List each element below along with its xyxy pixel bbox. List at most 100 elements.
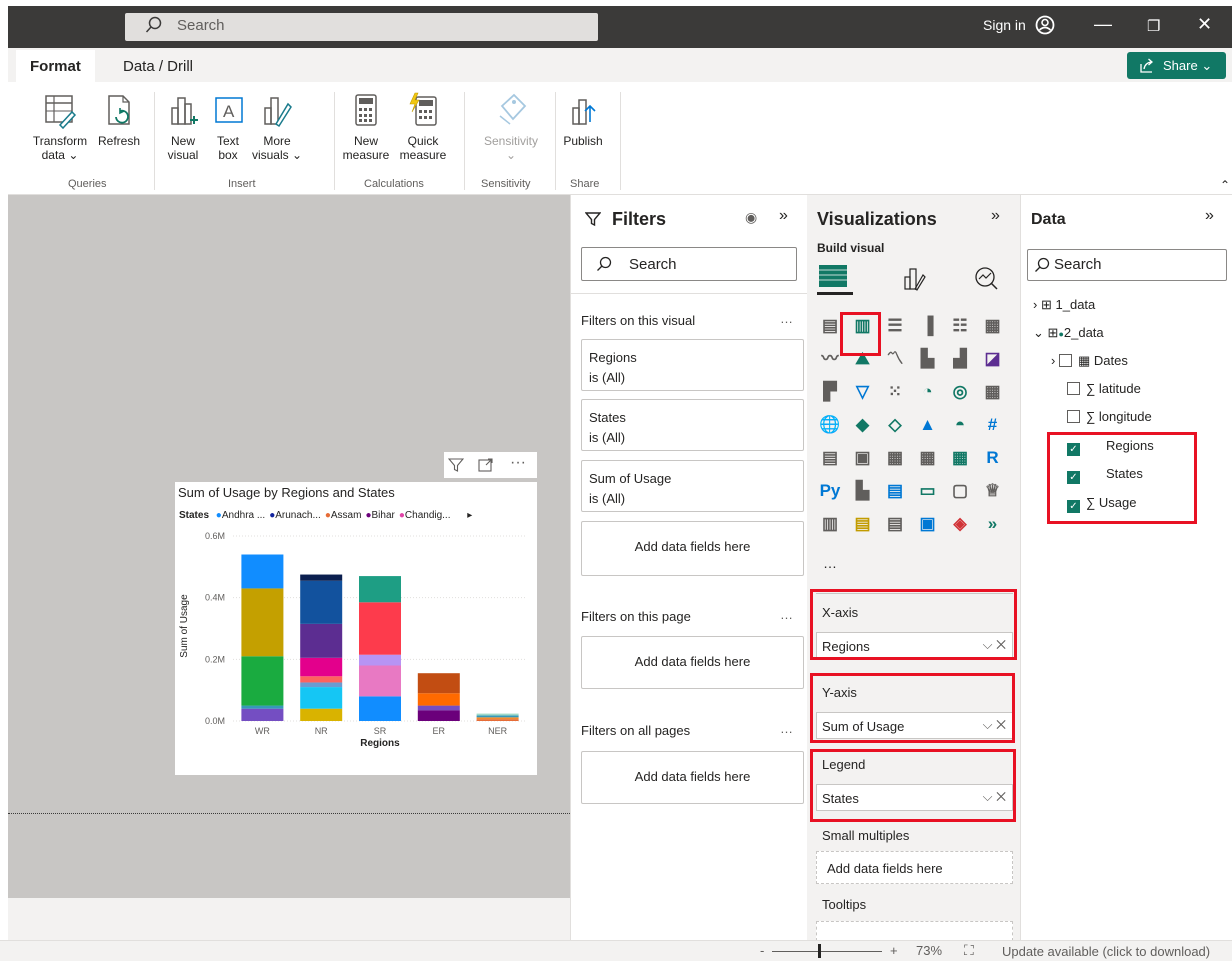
zoom-out-button[interactable]: - — [760, 943, 764, 958]
bar-segment[interactable] — [476, 719, 519, 721]
new-measure-button[interactable]: New measure — [342, 92, 390, 162]
eye-icon[interactable]: ◉ — [745, 209, 757, 226]
collapse-visualizations-icon[interactable]: » — [991, 207, 1000, 225]
bar-segment[interactable] — [300, 657, 343, 677]
field-menu-and-remove-icons[interactable]: ⌵ ✕ — [983, 789, 1006, 805]
stacked-column-chart-visual[interactable]: Sum of Usage by Regions and States State… — [174, 481, 538, 776]
table-2-data[interactable]: ⌄ ⊞●2_data — [1033, 325, 1104, 341]
fit-to-page-icon[interactable]: ⛶ — [964, 942, 974, 959]
checkbox-checked[interactable]: ✓ — [1067, 443, 1080, 456]
bar-segment[interactable] — [359, 576, 401, 603]
visual-type-icon[interactable]: ▣ — [848, 443, 878, 473]
global-search-input[interactable]: Search — [125, 13, 598, 41]
bar-segment[interactable] — [476, 713, 519, 716]
bar-segment[interactable] — [241, 705, 284, 709]
visual-type-icon[interactable]: ⁙ — [880, 377, 910, 407]
bar-segment[interactable] — [300, 676, 343, 683]
bar-segment[interactable] — [417, 693, 460, 706]
bar-segment[interactable] — [241, 656, 284, 706]
bar-segment[interactable] — [359, 602, 401, 655]
new-visual-button[interactable]: New visual — [161, 92, 205, 162]
bar-segment[interactable] — [300, 580, 343, 624]
tab-data-drill[interactable]: Data / Drill — [123, 58, 193, 75]
publish-button[interactable]: Publish — [559, 92, 607, 148]
visual-type-icon[interactable]: ▙ — [848, 476, 878, 506]
bar-segment[interactable] — [417, 710, 460, 721]
bar-segment[interactable] — [417, 705, 460, 711]
field-latitude[interactable]: ∑ latitude — [1067, 381, 1141, 396]
visual-type-icon[interactable]: ☰ — [880, 311, 910, 341]
minimize-icon[interactable]: — — [1094, 14, 1112, 35]
checkbox-checked[interactable]: ✓ — [1067, 500, 1080, 513]
x-axis-field[interactable]: Regions ⌵ ✕ — [816, 632, 1013, 659]
collapse-ribbon-icon[interactable]: ⌃ — [1220, 178, 1230, 192]
visual-type-icon[interactable]: ▭ — [913, 476, 943, 506]
legend-item[interactable]: ●Arunach... — [269, 510, 321, 521]
field-longitude[interactable]: ∑ longitude — [1067, 409, 1152, 424]
sensitivity-button[interactable]: Sensitivity ⌄ — [478, 92, 544, 162]
add-data-fields-all[interactable]: Add data fields here — [581, 751, 804, 804]
visual-type-icon[interactable]: ▤ — [880, 509, 910, 539]
visual-type-icon[interactable]: ◆ — [848, 410, 878, 440]
data-search-input[interactable]: Search — [1027, 249, 1227, 281]
add-data-fields-page[interactable]: Add data fields here — [581, 636, 804, 689]
zoom-in-button[interactable]: + — [890, 943, 898, 958]
legend-next-arrow-icon[interactable]: ▸ — [467, 510, 472, 521]
visual-type-icon[interactable]: ♕ — [978, 476, 1008, 506]
bar-segment[interactable] — [300, 623, 343, 658]
bar-segment[interactable] — [476, 717, 519, 720]
checkbox-checked[interactable]: ✓ — [1067, 471, 1080, 484]
field-menu-and-remove-icons[interactable]: ⌵ ✕ — [983, 717, 1006, 733]
visual-type-icon[interactable]: ▤ — [815, 443, 845, 473]
visual-type-icon[interactable]: ▥ — [848, 311, 878, 341]
visual-type-icon[interactable]: # — [978, 410, 1008, 440]
visual-type-icon[interactable]: ▤ — [880, 476, 910, 506]
bar-segment[interactable] — [476, 715, 519, 718]
collapse-filters-icon[interactable]: » — [779, 207, 788, 225]
visual-type-icon[interactable]: ◈ — [945, 509, 975, 539]
visual-type-icon[interactable]: 〰 — [815, 344, 845, 374]
field-dates[interactable]: › ▦ Dates — [1051, 353, 1128, 369]
visual-type-icon[interactable]: ▤ — [815, 311, 845, 341]
visual-type-icon[interactable]: ▣ — [913, 509, 943, 539]
filter-card-regions[interactable]: Regions is (All) — [581, 339, 804, 391]
text-box-button[interactable]: A Text box — [208, 92, 248, 162]
visual-type-icon[interactable]: ▦ — [945, 443, 975, 473]
checkbox[interactable] — [1058, 354, 1072, 367]
field-menu-and-remove-icons[interactable]: ⌵ ✕ — [983, 637, 1006, 653]
visual-type-icon[interactable]: ▟ — [945, 344, 975, 374]
legend-item[interactable]: ●Bihar — [365, 510, 394, 521]
add-data-fields-visual[interactable]: Add data fields here — [581, 521, 804, 576]
visual-type-icon[interactable]: ◪ — [978, 344, 1008, 374]
field-regions[interactable]: ✓ Regions — [1067, 438, 1154, 456]
restore-icon[interactable]: ❐ — [1147, 17, 1160, 35]
more-options-icon[interactable]: … — [780, 607, 793, 622]
legend-item[interactable]: ●Chandig... — [399, 510, 451, 521]
quick-measure-button[interactable]: Quick measure — [394, 92, 452, 162]
visual-type-icon[interactable]: ▦ — [913, 443, 943, 473]
tooltips-drop-zone[interactable] — [816, 921, 1013, 941]
visual-type-icon[interactable]: ◔ — [913, 377, 943, 407]
bar-segment[interactable] — [359, 665, 401, 697]
legend-item[interactable]: ●Andhra ... — [216, 510, 265, 521]
legend-item[interactable]: ●Assam — [325, 510, 362, 521]
visual-type-icon[interactable]: ▦ — [978, 311, 1008, 341]
more-options-icon[interactable]: ··· — [510, 454, 526, 472]
visual-type-icon[interactable]: 🌐 — [815, 410, 845, 440]
visual-type-icon[interactable]: R — [978, 443, 1008, 473]
legend-field[interactable]: States ⌵ ✕ — [816, 784, 1013, 811]
visual-type-icon[interactable]: ◇ — [880, 410, 910, 440]
collapse-data-icon[interactable]: » — [1205, 207, 1214, 225]
analytics-icon[interactable] — [973, 265, 999, 291]
update-available-link[interactable]: Update available (click to download) — [1002, 944, 1210, 959]
share-button[interactable]: Share ⌄ — [1127, 52, 1226, 79]
account-icon[interactable] — [1035, 15, 1055, 35]
sign-in-button[interactable]: Sign in — [983, 17, 1026, 33]
visual-type-icon[interactable]: ▽ — [848, 377, 878, 407]
build-visual-tab[interactable] — [817, 263, 853, 295]
bar-segment[interactable] — [417, 673, 460, 694]
bar-segment[interactable] — [241, 708, 284, 721]
focus-mode-icon[interactable] — [478, 457, 494, 473]
small-multiples-drop-zone[interactable]: Add data fields here — [816, 851, 1013, 884]
close-icon[interactable]: ✕ — [1197, 14, 1212, 35]
